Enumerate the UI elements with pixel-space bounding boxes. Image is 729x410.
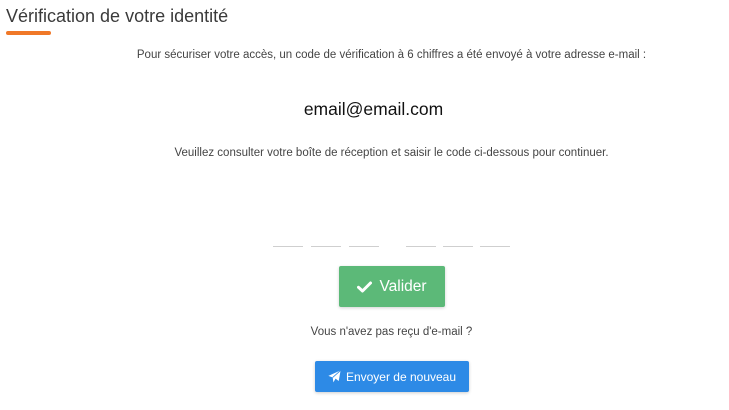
- email-address: email@email.com: [303, 99, 444, 119]
- no-email-text: Vous n'avez pas reçu d'e-mail ?: [310, 326, 473, 338]
- resend-button-label: Envoyer de nouveau: [345, 369, 457, 384]
- resend-button[interactable]: Envoyer de nouveau: [315, 361, 469, 392]
- code-digit-5[interactable]: [443, 228, 473, 247]
- intro-text: Pour sécuriser votre accès, un code de v…: [136, 49, 647, 61]
- code-digit-6[interactable]: [480, 228, 510, 247]
- code-digit-4[interactable]: [406, 228, 436, 247]
- title-underline: [6, 31, 51, 35]
- instructions-text: Veuillez consulter votre boîte de récept…: [174, 147, 609, 159]
- validate-button-label: Valider: [379, 277, 427, 295]
- validate-button[interactable]: Valider: [339, 266, 445, 307]
- page-title: Vérification de votre identité: [6, 6, 229, 26]
- check-icon: [357, 281, 373, 293]
- code-digit-1[interactable]: [273, 228, 303, 247]
- paper-plane-icon: [328, 370, 341, 383]
- code-digit-2[interactable]: [311, 228, 341, 247]
- code-digit-3[interactable]: [349, 228, 379, 247]
